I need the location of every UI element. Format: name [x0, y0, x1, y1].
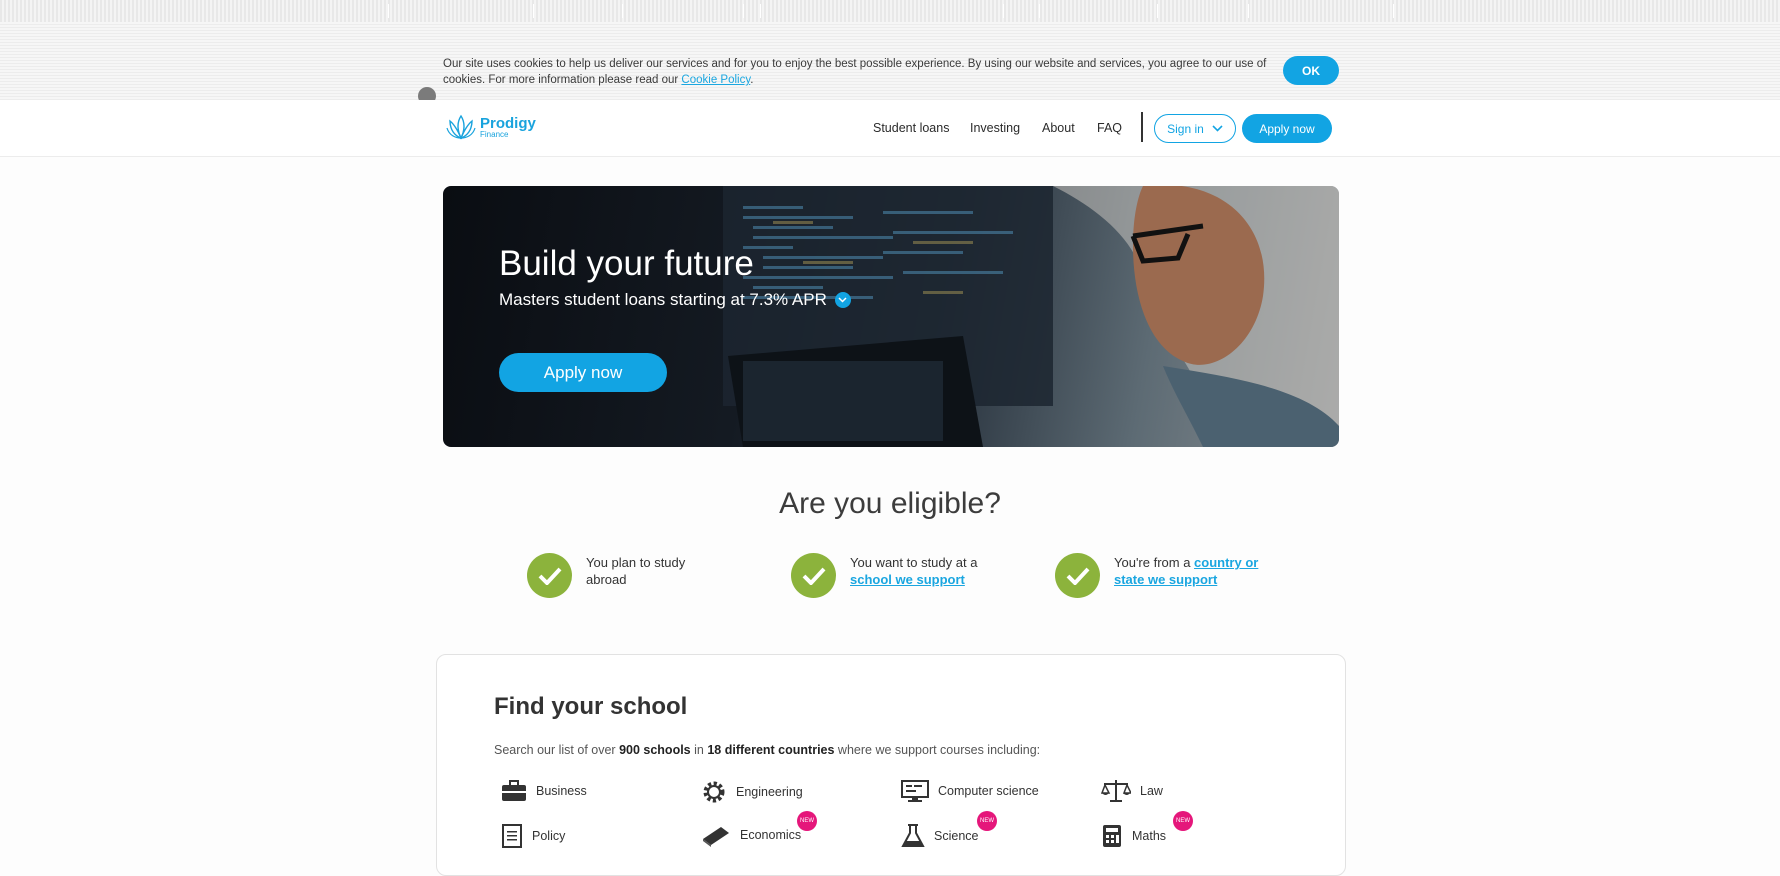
countries-count: 18 different countries	[707, 743, 835, 757]
nav-faq[interactable]: FAQ	[1097, 121, 1122, 135]
briefcase-icon	[502, 780, 526, 801]
category-science[interactable]: Science NEW	[901, 811, 997, 849]
calculator-icon	[1103, 825, 1121, 847]
category-economics[interactable]: Economics NEW	[701, 811, 817, 847]
eligibility-text: You plan to study abroad	[586, 555, 686, 587]
tab-divider	[533, 4, 534, 18]
hero-banner: Build your future Masters student loans …	[443, 186, 1339, 447]
category-label: Computer science	[938, 784, 1039, 798]
cookie-ok-button[interactable]: OK	[1283, 56, 1339, 85]
find-school-description: Search our list of over 900 schools in 1…	[494, 743, 1040, 757]
nav-investing[interactable]: Investing	[970, 121, 1020, 135]
desc-mid: in	[690, 743, 708, 757]
cookie-text: Our site uses cookies to help us deliver…	[443, 58, 1267, 86]
scales-icon	[1101, 780, 1131, 802]
category-label: Policy	[532, 829, 566, 843]
new-badge: NEW	[1173, 811, 1193, 831]
eligibility-text-prefix: You're from a	[1114, 555, 1195, 570]
eligibility-item-school: You want to study at a school we support	[791, 553, 990, 598]
cookie-message: Our site uses cookies to help us deliver…	[443, 56, 1273, 88]
hero-background-image	[723, 186, 1339, 447]
tab-divider	[760, 4, 761, 18]
category-business[interactable]: Business	[501, 779, 587, 803]
school-we-support-link[interactable]: school we support	[850, 572, 965, 587]
category-label: Maths	[1132, 829, 1167, 843]
hero-subtitle-text: Masters student loans starting at 7.3% A…	[499, 290, 827, 309]
nav-student-loans[interactable]: Student loans	[873, 121, 949, 135]
apr-info-chevron-icon[interactable]	[834, 292, 851, 308]
check-icon	[1055, 553, 1100, 598]
category-label: Business	[536, 784, 587, 798]
tab-divider	[1039, 4, 1040, 18]
hero-subtitle: Masters student loans starting at 7.3% A…	[499, 290, 851, 310]
eligibility-text-prefix: You want to study at a	[850, 555, 978, 570]
tab-divider	[743, 4, 744, 18]
category-law[interactable]: Law	[1101, 779, 1163, 803]
cookie-policy-link[interactable]: Cookie Policy	[681, 74, 750, 86]
sign-in-button[interactable]: Sign in	[1154, 114, 1236, 143]
category-engineering[interactable]: Engineering	[701, 779, 803, 805]
category-maths[interactable]: Maths NEW	[1101, 811, 1193, 849]
category-computer-science[interactable]: Computer science	[901, 779, 1039, 803]
eligibility-title: Are you eligible?	[779, 487, 1001, 520]
cookie-banner: Our site uses cookies to help us deliver…	[0, 22, 1780, 100]
document-icon	[502, 824, 522, 848]
tab-divider	[622, 4, 623, 18]
brand-name: Prodigy	[480, 114, 536, 132]
schools-count: 900 schools	[619, 743, 691, 757]
logo-link[interactable]: Prodigy Finance	[446, 114, 536, 140]
eligibility-item-country: You're from a country or state we suppor…	[1055, 553, 1264, 598]
eligibility-text: You're from a country or state we suppor…	[1114, 553, 1264, 588]
cookie-suffix: .	[750, 74, 754, 86]
flask-icon	[901, 824, 925, 847]
new-badge: NEW	[977, 811, 997, 831]
category-label: Law	[1140, 784, 1163, 798]
tab-divider	[1003, 4, 1004, 18]
tab-divider	[388, 4, 389, 18]
nav-divider	[1141, 112, 1143, 142]
tab-divider	[1248, 4, 1249, 18]
tab-divider	[1157, 4, 1158, 18]
browser-tab-strip	[0, 0, 1780, 23]
category-label: Science	[934, 829, 979, 843]
category-policy[interactable]: Policy	[501, 823, 565, 849]
category-label: Economics	[740, 828, 802, 842]
gear-icon	[703, 781, 725, 803]
hero-title: Build your future	[499, 244, 754, 283]
eligibility-text: You want to study at a school we support	[850, 553, 990, 588]
check-icon	[791, 553, 836, 598]
eligibility-item-study-abroad: You plan to study abroad	[527, 553, 706, 598]
book-icon	[703, 827, 729, 847]
lotus-logo-icon	[446, 114, 476, 140]
desc-suffix: where we support courses including:	[834, 743, 1041, 757]
category-label: Engineering	[736, 785, 803, 799]
find-school-card: Find your school Search our list of over…	[436, 654, 1346, 876]
find-school-title: Find your school	[494, 693, 688, 720]
brand-sub: Finance	[480, 129, 509, 139]
check-icon	[527, 553, 572, 598]
hero-apply-now-button[interactable]: Apply now	[499, 353, 667, 392]
apply-now-nav-button[interactable]: Apply now	[1242, 114, 1332, 143]
site-header: Prodigy Finance Student loans Investing …	[0, 100, 1780, 157]
desc-prefix: Search our list of over	[494, 743, 620, 757]
nav-about[interactable]: About	[1042, 121, 1075, 135]
new-badge: NEW	[797, 811, 817, 831]
monitor-icon	[901, 780, 929, 802]
chevron-down-icon	[1212, 125, 1223, 132]
sign-in-label: Sign in	[1167, 121, 1204, 136]
tab-divider	[1393, 4, 1394, 18]
